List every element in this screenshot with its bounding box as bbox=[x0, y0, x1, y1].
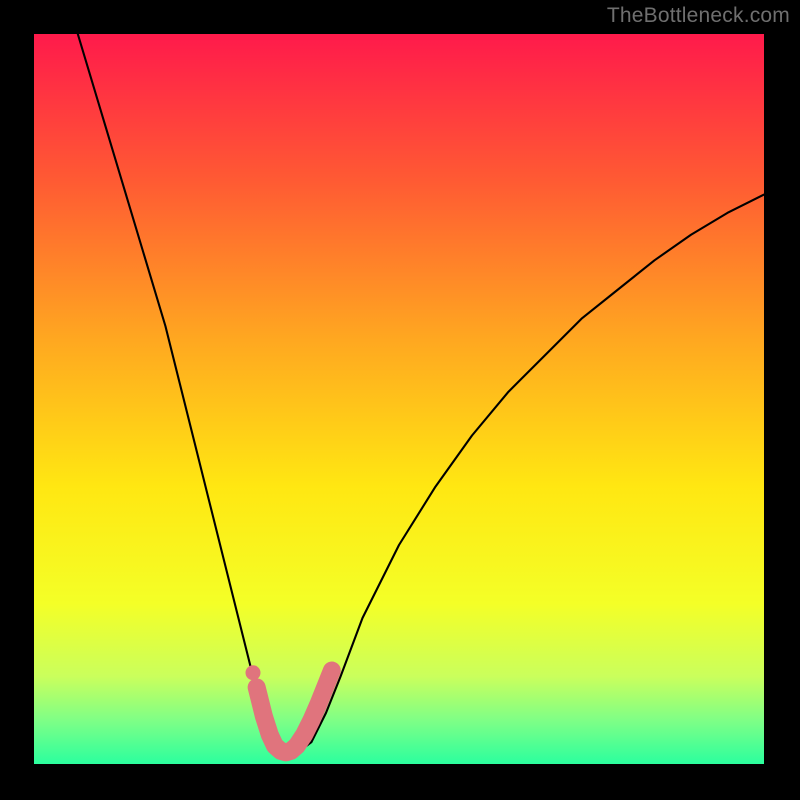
bottleneck-chart bbox=[0, 0, 800, 800]
highlight-dot-icon bbox=[246, 665, 261, 680]
viewport: TheBottleneck.com bbox=[0, 0, 800, 800]
plot-background bbox=[34, 34, 764, 764]
watermark-text: TheBottleneck.com bbox=[607, 4, 790, 28]
